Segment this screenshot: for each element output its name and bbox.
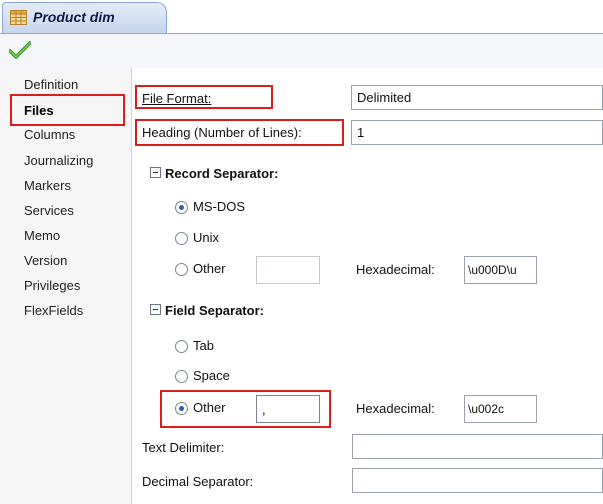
editor-tab-strip: Product dim <box>0 0 603 33</box>
record-sep-other-radio[interactable] <box>175 263 188 276</box>
decimal-separator-field[interactable] <box>352 468 603 493</box>
field-sep-hex-field[interactable] <box>464 395 537 423</box>
nav-item-flexfields[interactable]: FlexFields <box>24 303 83 319</box>
record-sep-hex-label: Hexadecimal: <box>356 262 435 277</box>
validate-check-icon[interactable] <box>8 41 32 62</box>
nav-item-journalizing[interactable]: Journalizing <box>24 153 93 169</box>
record-separator-header[interactable]: Record Separator: <box>150 166 278 181</box>
field-separator-header[interactable]: Field Separator: <box>150 303 264 318</box>
field-sep-space-label: Space <box>193 368 230 383</box>
nav-item-definition[interactable]: Definition <box>24 77 78 93</box>
collapse-toggle-icon[interactable] <box>150 167 161 178</box>
text-delimiter-field[interactable] <box>352 434 603 459</box>
field-sep-other-label: Other <box>193 400 226 415</box>
tab-product-dim[interactable]: Product dim <box>2 2 167 33</box>
record-sep-unix-label: Unix <box>193 230 220 245</box>
datastore-sections-nav: Definition Files Columns Journalizing Ma… <box>0 67 132 504</box>
collapse-toggle-icon[interactable] <box>150 304 161 315</box>
record-sep-hex-field[interactable] <box>464 256 537 284</box>
decimal-separator-label: Decimal Separator: <box>142 474 254 489</box>
file-format-field[interactable] <box>351 85 603 110</box>
field-sep-space-radio[interactable] <box>175 370 188 383</box>
field-sep-hex-label: Hexadecimal: <box>356 401 435 416</box>
text-delimiter-label: Text Delimiter: <box>142 440 225 455</box>
record-sep-other-label: Other <box>193 261 226 276</box>
nav-item-columns[interactable]: Columns <box>24 127 75 143</box>
field-sep-tab-radio[interactable] <box>175 340 188 353</box>
nav-item-services[interactable]: Services <box>24 203 74 219</box>
nav-item-memo[interactable]: Memo <box>24 228 60 244</box>
table-grid-icon <box>10 10 27 28</box>
nav-item-privileges[interactable]: Privileges <box>24 278 80 294</box>
heading-lines-field[interactable] <box>351 120 603 145</box>
record-sep-unix-radio[interactable] <box>175 232 188 245</box>
nav-item-files[interactable]: Files <box>24 103 54 119</box>
record-sep-msdos-radio[interactable] <box>175 201 188 214</box>
record-sep-msdos-label: MS-DOS <box>193 199 245 214</box>
field-sep-tab-label: Tab <box>193 338 214 353</box>
tab-title: Product dim <box>33 9 115 25</box>
heading-lines-label: Heading (Number of Lines): <box>142 125 302 140</box>
field-sep-other-field[interactable] <box>256 395 320 423</box>
nav-item-version[interactable]: Version <box>24 253 67 269</box>
field-sep-other-radio[interactable] <box>175 402 188 415</box>
record-sep-other-field[interactable] <box>256 256 320 284</box>
file-format-label: File Format: <box>142 91 212 106</box>
nav-item-markers[interactable]: Markers <box>24 178 71 194</box>
editor-toolbar <box>0 33 603 68</box>
